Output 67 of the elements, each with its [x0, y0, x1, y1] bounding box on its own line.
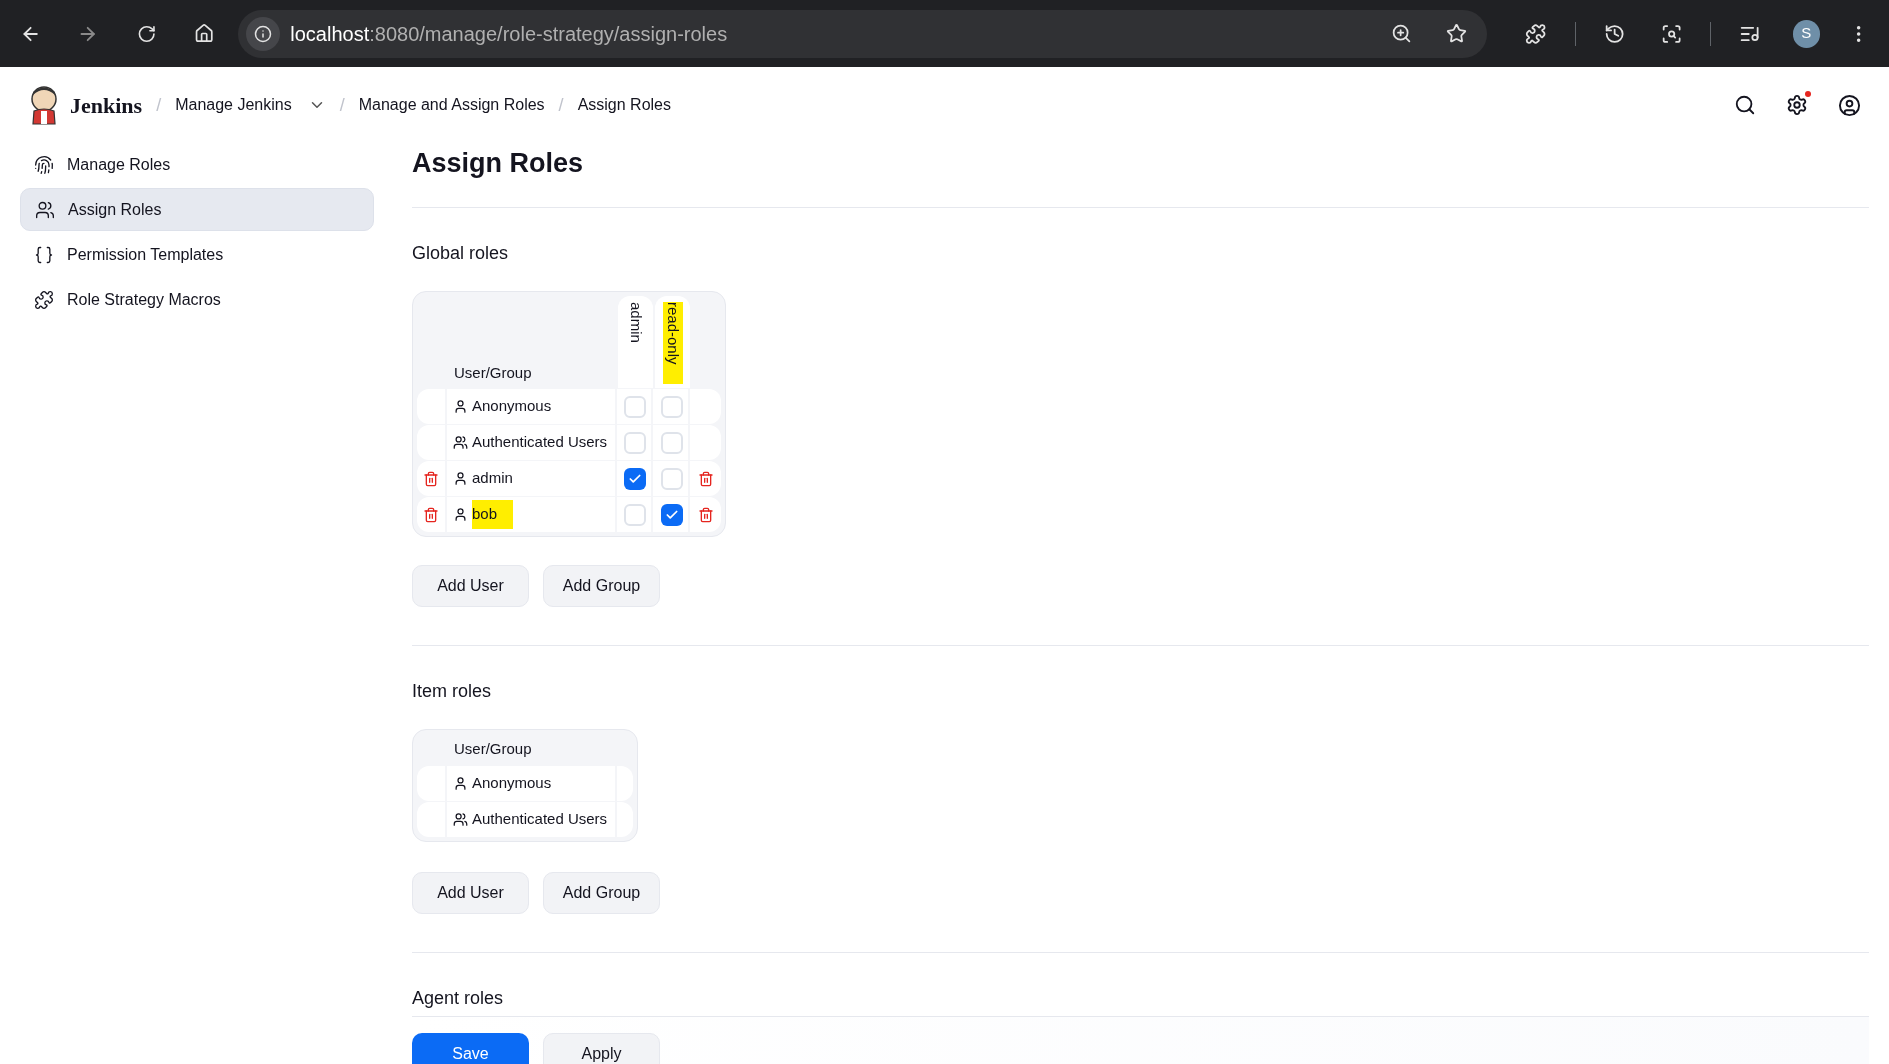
- checkbox[interactable]: [660, 467, 683, 490]
- user-name: Authenticated Users: [472, 432, 608, 453]
- url-text: localhost:8080/manage/role-strategy/assign-roles: [290, 21, 729, 47]
- tab-search-icon[interactable]: [1661, 22, 1683, 45]
- sidebar-item[interactable]: Role Strategy Macros: [20, 278, 374, 321]
- section-heading: Agent roles: [412, 986, 505, 1010]
- user-icon: [453, 399, 468, 414]
- column-header: User/Group: [453, 739, 533, 759]
- breadcrumb-link[interactable]: Assign Roles: [577, 93, 671, 117]
- user-name: Anonymous: [472, 772, 552, 793]
- zoom-icon[interactable]: [1391, 23, 1413, 44]
- breadcrumb-link[interactable]: Manage and Assign Roles: [358, 93, 545, 117]
- search-icon[interactable]: [1734, 94, 1756, 116]
- add-button[interactable]: Add Group: [543, 565, 660, 607]
- role-column-header: admin: [626, 302, 646, 345]
- page-title: Assign Roles: [412, 147, 585, 180]
- delete-icon[interactable]: [423, 506, 439, 523]
- checkbox[interactable]: [623, 395, 646, 418]
- info-icon[interactable]: [254, 24, 273, 43]
- group-icon: [453, 811, 468, 827]
- checkbox[interactable]: [623, 467, 646, 490]
- user-icon: [453, 775, 468, 791]
- breadcrumb-separator: /: [156, 93, 162, 117]
- checkbox[interactable]: [660, 395, 683, 418]
- delete-icon[interactable]: [698, 470, 714, 487]
- group-icon: [453, 435, 468, 450]
- user-name: Anonymous: [472, 396, 552, 417]
- breadcrumb-separator: /: [339, 93, 345, 117]
- section-heading: Global roles: [412, 242, 510, 265]
- user-icon: [453, 471, 468, 486]
- home-icon[interactable]: [193, 23, 215, 44]
- sidebar-item[interactable]: Assign Roles: [20, 188, 374, 231]
- users-icon: [35, 199, 55, 220]
- puzzle-icon: [34, 289, 54, 310]
- reload-icon[interactable]: [136, 23, 156, 44]
- role-column-header: read-only: [662, 302, 683, 384]
- section-heading: Item roles: [412, 680, 493, 703]
- extensions-icon[interactable]: [1525, 22, 1547, 45]
- user-name: admin: [472, 468, 513, 489]
- column-header: User/Group: [453, 362, 533, 383]
- checkbox[interactable]: [660, 431, 683, 454]
- add-button[interactable]: Add Group: [543, 871, 660, 914]
- apply-button[interactable]: Apply: [543, 1032, 660, 1064]
- checkbox[interactable]: [623, 431, 646, 454]
- sidebar-item[interactable]: Manage Roles: [20, 143, 374, 186]
- add-button[interactable]: Add User: [412, 565, 529, 607]
- delete-icon[interactable]: [698, 506, 714, 523]
- brand-name[interactable]: Jenkins: [70, 88, 143, 122]
- account-icon[interactable]: [1838, 93, 1861, 117]
- logo-icon: [28, 85, 60, 125]
- braces-icon: [34, 244, 54, 265]
- sidebar-item[interactable]: Permission Templates: [20, 233, 374, 276]
- add-button[interactable]: Add User: [412, 871, 529, 914]
- history-icon[interactable]: [1603, 22, 1626, 45]
- save-button[interactable]: Save: [412, 1032, 529, 1064]
- user-name: Authenticated Users: [472, 808, 608, 829]
- breadcrumb-link[interactable]: Manage Jenkins: [175, 93, 292, 117]
- user-name: bob: [472, 500, 514, 529]
- fingerprint-icon: [34, 154, 54, 175]
- settings-icon[interactable]: [1786, 94, 1808, 116]
- delete-icon[interactable]: [423, 470, 439, 487]
- user-icon: [453, 507, 468, 522]
- checkbox[interactable]: [623, 503, 646, 526]
- bookmark-star-icon[interactable]: [1446, 23, 1468, 44]
- address-bar[interactable]: localhost:8080/manage/role-strategy/assign-roles: [238, 9, 1488, 58]
- checkbox[interactable]: [660, 503, 683, 526]
- breadcrumb-separator: /: [558, 93, 564, 117]
